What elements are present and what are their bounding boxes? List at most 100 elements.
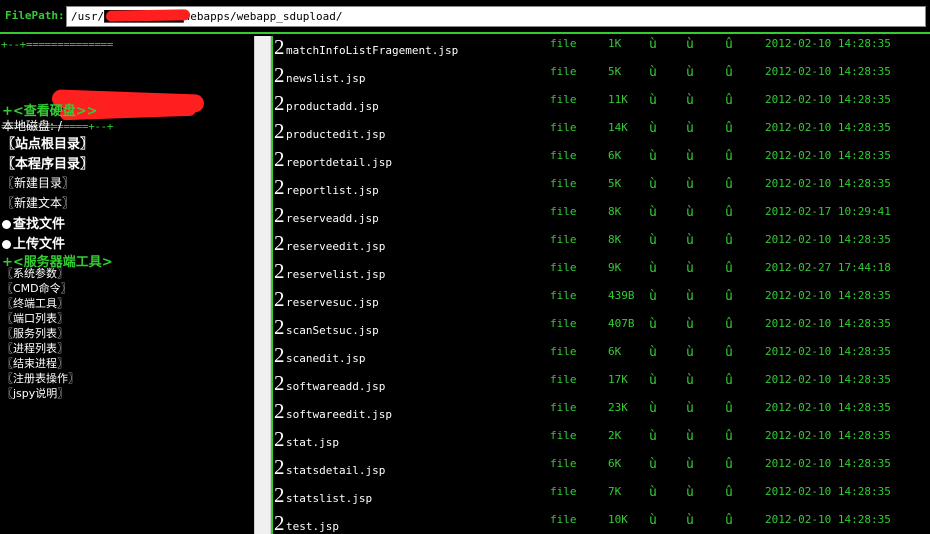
file-name-link[interactable]: statsdetail.jsp: [286, 464, 385, 477]
download-icon[interactable]: ù: [686, 37, 694, 52]
file-name-link[interactable]: reserveadd.jsp: [286, 212, 379, 225]
download-icon[interactable]: ù: [686, 93, 694, 108]
edit-icon[interactable]: ù: [649, 205, 657, 220]
download-icon[interactable]: ù: [686, 429, 694, 444]
edit-icon[interactable]: ù: [649, 149, 657, 164]
tool-link[interactable]: 〖结束进程〗: [2, 356, 68, 371]
download-icon[interactable]: ù: [686, 373, 694, 388]
file-name-link[interactable]: stat.jsp: [286, 436, 339, 449]
edit-icon[interactable]: ù: [649, 485, 657, 500]
edit-icon[interactable]: ù: [649, 429, 657, 444]
file-name-link[interactable]: productedit.jsp: [286, 128, 385, 141]
download-icon[interactable]: ù: [686, 401, 694, 416]
delete-icon[interactable]: û: [725, 457, 733, 472]
delete-icon[interactable]: û: [725, 149, 733, 164]
file-name-link[interactable]: test.jsp: [286, 520, 339, 533]
tool-link[interactable]: 〖终端工具〗: [2, 296, 68, 311]
file-name-link[interactable]: reservesuc.jsp: [286, 296, 379, 309]
download-icon[interactable]: ù: [686, 317, 694, 332]
file-name-link[interactable]: scanSetsuc.jsp: [286, 324, 379, 337]
filepath-input[interactable]: [66, 6, 926, 27]
new-text-link[interactable]: 〖新建文本〗: [2, 194, 74, 211]
file-row: 2 softwareadd.jsp file 17K ù ù û 2012-02-10 14:…: [273, 371, 930, 400]
new-dir-link[interactable]: 〖新建目录〗: [2, 174, 74, 191]
edit-icon[interactable]: ù: [649, 93, 657, 108]
local-disk-link[interactable]: 本地磁盘: /: [2, 117, 62, 134]
delete-icon[interactable]: û: [725, 485, 733, 500]
file-size: 2K: [608, 429, 622, 442]
delete-icon[interactable]: û: [725, 513, 733, 528]
file-name-link[interactable]: reportdetail.jsp: [286, 156, 392, 169]
download-icon[interactable]: ù: [686, 513, 694, 528]
file-date: 2012-02-10 14:28:35: [765, 65, 891, 78]
find-file-link[interactable]: 查找文件: [2, 213, 65, 232]
file-name-link[interactable]: productadd.jsp: [286, 100, 379, 113]
tool-link[interactable]: 〖注册表操作〗: [2, 371, 79, 386]
download-icon[interactable]: ù: [686, 149, 694, 164]
delete-icon[interactable]: û: [725, 429, 733, 444]
file-type: file: [550, 93, 577, 106]
file-name-link[interactable]: reserveedit.jsp: [286, 240, 385, 253]
download-icon[interactable]: ù: [686, 65, 694, 80]
download-icon[interactable]: ù: [686, 345, 694, 360]
edit-icon[interactable]: ù: [649, 373, 657, 388]
download-icon[interactable]: ù: [686, 457, 694, 472]
tool-link[interactable]: 〖服务列表〗: [2, 326, 68, 341]
download-icon[interactable]: ù: [686, 177, 694, 192]
edit-icon[interactable]: ù: [649, 289, 657, 304]
delete-icon[interactable]: û: [725, 121, 733, 136]
edit-icon[interactable]: ù: [649, 261, 657, 276]
delete-icon[interactable]: û: [725, 177, 733, 192]
file-name-link[interactable]: matchInfoListFragement.jsp: [286, 44, 458, 57]
edit-icon[interactable]: ù: [649, 457, 657, 472]
file-name-link[interactable]: scanedit.jsp: [286, 352, 365, 365]
file-name-link[interactable]: newslist.jsp: [286, 72, 365, 85]
edit-icon[interactable]: ù: [649, 345, 657, 360]
download-icon[interactable]: ù: [686, 261, 694, 276]
filepath-label: FilePath:: [5, 9, 65, 22]
file-size: 6K: [608, 149, 622, 162]
delete-icon[interactable]: û: [725, 65, 733, 80]
file-name-link[interactable]: softwareadd.jsp: [286, 380, 385, 393]
tool-link[interactable]: 〖jspy说明〗: [2, 386, 68, 401]
delete-icon[interactable]: û: [725, 205, 733, 220]
download-icon[interactable]: ù: [686, 121, 694, 136]
download-icon[interactable]: ù: [686, 289, 694, 304]
download-icon[interactable]: ù: [686, 205, 694, 220]
file-row: 2 test.jsp file 10K ù ù û 2012-02-10 14:28:35: [273, 511, 930, 534]
delete-icon[interactable]: û: [725, 401, 733, 416]
site-root-link[interactable]: 〖站点根目录〗: [2, 133, 93, 152]
edit-icon[interactable]: ù: [649, 233, 657, 248]
delete-icon[interactable]: û: [725, 233, 733, 248]
tool-link[interactable]: 〖端口列表〗: [2, 311, 68, 326]
tool-link[interactable]: 〖进程列表〗: [2, 341, 68, 356]
delete-icon[interactable]: û: [725, 289, 733, 304]
file-name-link[interactable]: reportlist.jsp: [286, 184, 379, 197]
download-icon[interactable]: ù: [686, 233, 694, 248]
file-date: 2012-02-10 14:28:35: [765, 373, 891, 386]
sidebar-scrollbar[interactable]: [254, 36, 271, 534]
edit-icon[interactable]: ù: [649, 317, 657, 332]
tool-link[interactable]: 〖CMD命令〗: [2, 281, 72, 296]
edit-icon[interactable]: ù: [649, 177, 657, 192]
edit-icon[interactable]: ù: [649, 121, 657, 136]
program-dir-link[interactable]: 〖本程序目录〗: [2, 153, 93, 172]
edit-icon[interactable]: ù: [649, 37, 657, 52]
file-row: 2 stat.jsp file 2K ù ù û 2012-02-10 14:28:35: [273, 427, 930, 456]
delete-icon[interactable]: û: [725, 93, 733, 108]
delete-icon[interactable]: û: [725, 345, 733, 360]
edit-icon[interactable]: ù: [649, 401, 657, 416]
file-name-link[interactable]: reservelist.jsp: [286, 268, 385, 281]
delete-icon[interactable]: û: [725, 37, 733, 52]
file-name-link[interactable]: softwareedit.jsp: [286, 408, 392, 421]
tool-link[interactable]: 〖系统参数〗: [2, 266, 68, 281]
upload-file-link[interactable]: 上传文件: [2, 233, 65, 252]
file-name-link[interactable]: statslist.jsp: [286, 492, 372, 505]
edit-icon[interactable]: ù: [649, 65, 657, 80]
delete-icon[interactable]: û: [725, 373, 733, 388]
file-marker-icon: 2: [274, 287, 285, 311]
delete-icon[interactable]: û: [725, 317, 733, 332]
delete-icon[interactable]: û: [725, 261, 733, 276]
download-icon[interactable]: ù: [686, 485, 694, 500]
edit-icon[interactable]: ù: [649, 513, 657, 528]
